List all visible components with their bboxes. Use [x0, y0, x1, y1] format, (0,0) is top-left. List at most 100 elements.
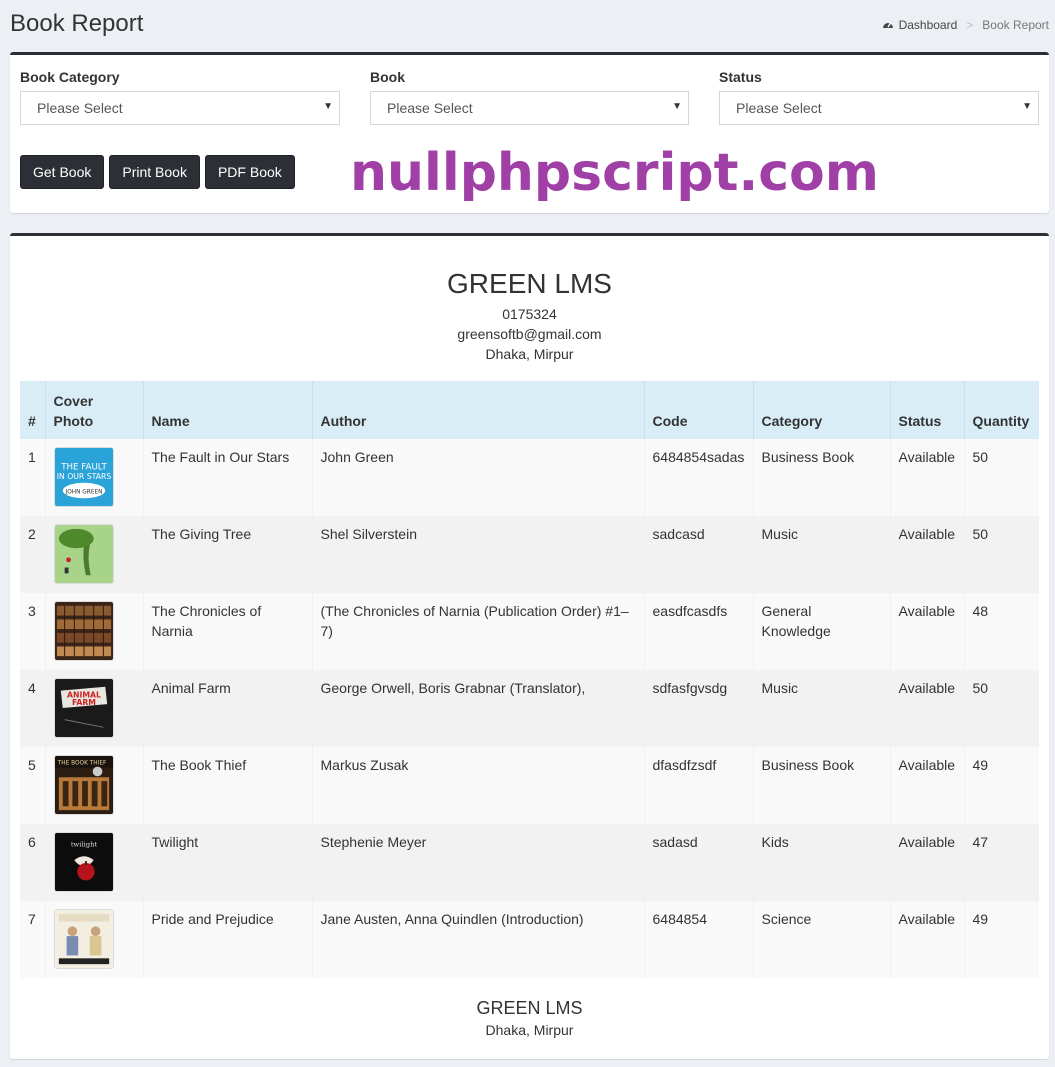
column-header: Category	[753, 381, 891, 439]
book-category-label: Book Category	[20, 69, 120, 85]
report-panel: GREEN LMS 0175324 greensoftb@gmail.com D…	[10, 233, 1049, 1059]
table-row: 1 THE FAULT IN OUR STARS JOHN GREEN The …	[20, 439, 1039, 516]
table-row: 3 The Chronicles of Narnia (The Chronicl…	[20, 593, 1039, 670]
column-header: Quantity	[972, 413, 1030, 429]
column-header: Author	[312, 381, 645, 439]
status-select[interactable]: Please Select ▼	[719, 91, 1039, 125]
status-label: Status	[719, 69, 762, 85]
breadcrumb-current: Book Report	[982, 18, 1049, 32]
cover-cell	[45, 901, 144, 978]
book-name: The Chronicles of Narnia	[143, 593, 313, 670]
book-category: Kids	[753, 824, 891, 901]
company-email: greensoftb@gmail.com	[457, 326, 602, 342]
row-number: 2	[20, 516, 46, 593]
book-status: Available	[890, 747, 965, 824]
book-status: Available	[890, 593, 965, 670]
book-name: The Book Thief	[143, 747, 313, 824]
book-code: easdfcasdfs	[644, 593, 754, 670]
filter-status: Status Please Select ▼	[719, 69, 1039, 125]
filter-panel: Book Category Please Select ▼ Book Pleas…	[10, 52, 1049, 213]
book-author: Stephenie Meyer	[312, 824, 645, 901]
book-author: George Orwell, Boris Grabnar (Translator…	[312, 670, 645, 747]
cover-cell: twilight	[45, 824, 144, 901]
book-name: The Fault in Our Stars	[143, 439, 313, 516]
book-code: dfasdfzsdf	[644, 747, 754, 824]
book-category: Music	[753, 670, 891, 747]
book-name: Twilight	[143, 824, 313, 901]
book-cover-animal-farm-icon: ANIMAL FARM	[53, 678, 114, 738]
book-code: sdfasfgvsdg	[644, 670, 754, 747]
report-header: GREEN LMS 0175324 greensoftb@gmail.com D…	[10, 268, 1049, 364]
table-row: 5 THE BOOK THIEF The Book Thief Markus Z…	[20, 747, 1039, 824]
row-number: 5	[20, 747, 46, 824]
table-row: 2 The Giving Tree Shel Silverstein sadca…	[20, 516, 1039, 593]
svg-text:FARM: FARM	[72, 698, 96, 707]
column-header: Name	[143, 381, 313, 439]
filter-book-category: Book Category Please Select ▼	[20, 69, 340, 125]
table-header-row: # Cover Photo Name Author Code Category …	[20, 381, 1039, 439]
chevron-down-icon: ▼	[323, 101, 333, 112]
chevron-down-icon: ▼	[1022, 101, 1032, 112]
book-category: General Knowledge	[753, 593, 891, 670]
footer-company-name: GREEN LMS	[476, 998, 583, 1018]
book-author: Shel Silverstein	[312, 516, 645, 593]
svg-text:THE BOOK THIEF: THE BOOK THIEF	[56, 761, 106, 767]
status-selected: Please Select	[736, 100, 822, 116]
svg-text:THE FAULT: THE FAULT	[60, 462, 107, 472]
table-row: 7 Pride and Prejudice Jane Austen, Anna …	[20, 901, 1039, 978]
book-cover-pride-and-prejudice-icon	[53, 909, 114, 969]
filter-book: Book Please Select ▼	[370, 69, 689, 125]
watermark: nullphpscript.com	[350, 143, 879, 203]
cover-cell	[45, 516, 144, 593]
svg-text:IN OUR STARS: IN OUR STARS	[56, 472, 111, 481]
book-code: 6484854	[644, 901, 754, 978]
book-selected: Please Select	[387, 100, 473, 116]
page-title: Book Report	[10, 10, 144, 37]
table-row: 6 twilight Twilight Stephenie Meyer sada…	[20, 824, 1039, 901]
book-quantity: 48	[972, 603, 989, 619]
footer-address: Dhaka, Mirpur	[485, 1022, 574, 1038]
row-number: 1	[20, 439, 46, 516]
dashboard-icon	[882, 22, 893, 28]
breadcrumb-dashboard-link[interactable]: Dashboard	[882, 18, 957, 32]
content-header: Book Report Dashboard > Book Report	[0, 0, 1055, 50]
book-author: (The Chronicles of Narnia (Publication O…	[312, 593, 645, 670]
book-name: Pride and Prejudice	[143, 901, 313, 978]
book-category: Music	[753, 516, 891, 593]
book-category-select[interactable]: Please Select ▼	[20, 91, 340, 125]
book-status: Available	[890, 439, 965, 516]
pdf-book-button[interactable]: PDF Book	[204, 155, 295, 189]
cover-cell: THE FAULT IN OUR STARS JOHN GREEN	[45, 439, 144, 516]
book-category: Business Book	[753, 747, 891, 824]
book-cover-fault-in-our-stars-icon: THE FAULT IN OUR STARS JOHN GREEN	[53, 447, 114, 507]
book-quantity: 49	[972, 911, 989, 927]
chevron-down-icon: ▼	[672, 101, 682, 112]
company-address: Dhaka, Mirpur	[485, 346, 574, 362]
get-book-button[interactable]: Get Book	[20, 155, 105, 189]
cover-cell: ANIMAL FARM	[45, 670, 144, 747]
svg-text:twilight: twilight	[70, 841, 97, 849]
cover-cell	[45, 593, 144, 670]
column-header: #	[20, 381, 46, 439]
book-status: Available	[890, 901, 965, 978]
book-code: sadasd	[644, 824, 754, 901]
book-cover-narnia-icon	[53, 601, 114, 661]
table-row: 4 ANIMAL FARM Animal Farm George Orwell,…	[20, 670, 1039, 747]
book-quantity: 50	[972, 680, 989, 696]
book-status: Available	[890, 516, 965, 593]
book-label: Book	[370, 69, 405, 85]
svg-text:JOHN GREEN: JOHN GREEN	[64, 489, 102, 495]
book-author: John Green	[312, 439, 645, 516]
book-cover-giving-tree-icon	[53, 524, 114, 584]
book-select[interactable]: Please Select ▼	[370, 91, 689, 125]
book-quantity: 49	[972, 757, 989, 773]
print-book-button[interactable]: Print Book	[109, 155, 200, 189]
breadcrumb-separator: >	[966, 18, 974, 32]
company-name: GREEN LMS	[447, 268, 612, 299]
column-header: Cover Photo	[45, 381, 144, 439]
book-code: sadcasd	[644, 516, 754, 593]
book-cover-twilight-icon: twilight	[53, 832, 114, 892]
book-category-selected: Please Select	[37, 100, 123, 116]
row-number: 7	[20, 901, 46, 978]
book-report-table: # Cover Photo Name Author Code Category …	[20, 381, 1039, 978]
